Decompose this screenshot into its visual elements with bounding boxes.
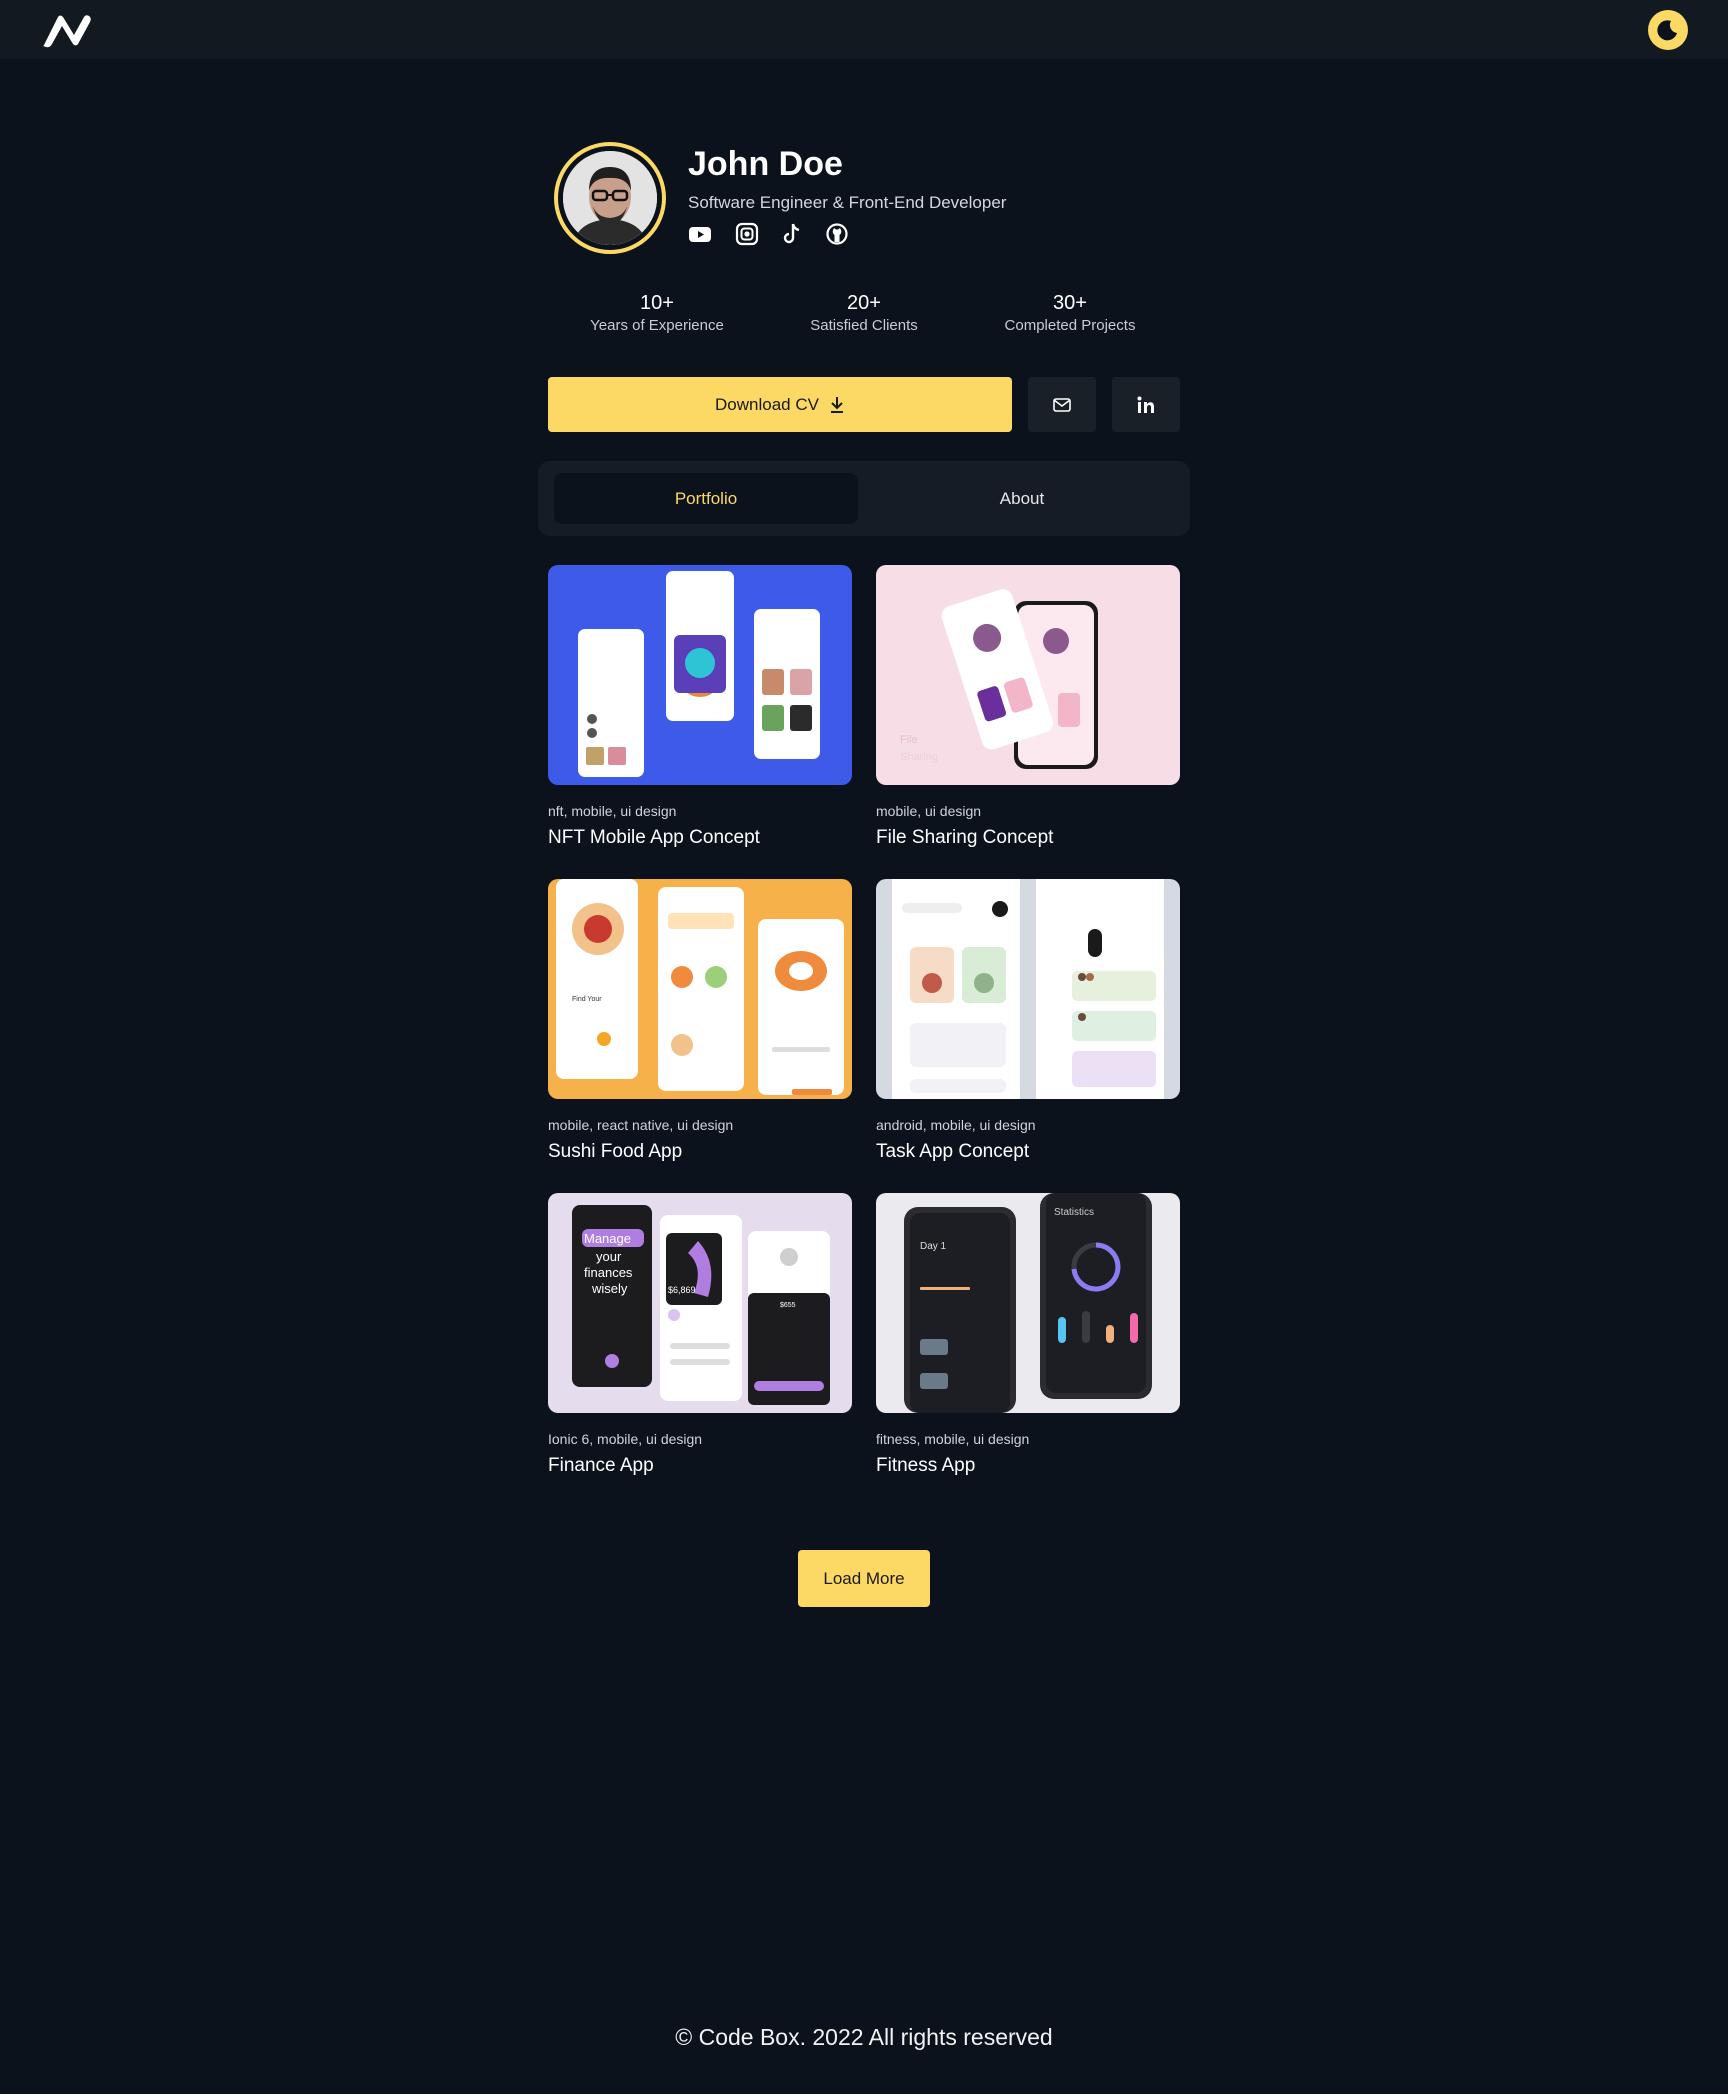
- project-title[interactable]: Sushi Food App: [548, 1141, 682, 1163]
- top-bar: [0, 0, 1728, 59]
- load-more-button[interactable]: Load More: [798, 1550, 930, 1607]
- project-thumbnail[interactable]: Manage your finances wisely $6,869 $655: [548, 1193, 852, 1413]
- footer-copyright: © Code Box. 2022 All rights reserved: [675, 2024, 1053, 2050]
- tab-portfolio[interactable]: Portfolio: [554, 473, 858, 524]
- project-card[interactable]: File Sharing mobile, ui design File Shar…: [876, 565, 1180, 855]
- download-cv-button[interactable]: Download CV: [548, 377, 1012, 432]
- project-tags: nft, mobile, ui design: [548, 803, 677, 819]
- avatar-portrait: [563, 151, 657, 245]
- logo-icon[interactable]: [40, 11, 100, 49]
- download-cv-label: Download CV: [715, 394, 819, 414]
- email-button[interactable]: [1028, 377, 1096, 432]
- project-card[interactable]: Day 1 Statistics fitness, mobile, ui des…: [876, 1193, 1180, 1483]
- svg-text:your: your: [596, 1249, 622, 1264]
- project-title[interactable]: NFT Mobile App Concept: [548, 827, 760, 849]
- project-title[interactable]: Fitness App: [876, 1455, 975, 1477]
- moon-icon: [1657, 20, 1677, 41]
- youtube-icon[interactable]: [688, 222, 712, 246]
- svg-text:Sharing: Sharing: [900, 751, 938, 763]
- avatar: [554, 142, 666, 254]
- project-title[interactable]: Finance App: [548, 1455, 654, 1477]
- project-title[interactable]: File Sharing Concept: [876, 827, 1053, 849]
- svg-text:File: File: [900, 734, 918, 746]
- project-card[interactable]: android, mobile, ui design Task App Conc…: [876, 879, 1180, 1169]
- mail-icon: [1053, 397, 1071, 412]
- svg-text:Manage: Manage: [584, 1231, 631, 1246]
- svg-text:finances: finances: [584, 1265, 633, 1280]
- svg-text:$6,869: $6,869: [668, 1285, 696, 1295]
- svg-text:Day 1: Day 1: [920, 1241, 947, 1252]
- project-thumbnail[interactable]: [548, 565, 852, 785]
- project-card[interactable]: nft, mobile, ui design NFT Mobile App Co…: [548, 565, 852, 855]
- stats-row: 10+ Years of Experience 20+ Satisfied Cl…: [548, 290, 1168, 340]
- instagram-icon[interactable]: [735, 222, 759, 246]
- svg-text:Statistics: Statistics: [1054, 1207, 1094, 1218]
- svg-text:wisely: wisely: [591, 1281, 628, 1296]
- linkedin-button[interactable]: [1112, 377, 1180, 432]
- stat-projects: 30+ Completed Projects: [1004, 292, 1136, 334]
- project-title[interactable]: Task App Concept: [876, 1141, 1029, 1163]
- section-tabs: Portfolio About: [538, 461, 1190, 536]
- stat-clients: 20+ Satisfied Clients: [810, 292, 918, 334]
- project-card[interactable]: Manage your finances wisely $6,869 $655 …: [548, 1193, 852, 1483]
- project-thumbnail[interactable]: [876, 879, 1180, 1099]
- project-thumbnail[interactable]: Find Your: [548, 879, 852, 1099]
- project-tags: fitness, mobile, ui design: [876, 1431, 1030, 1447]
- project-thumbnail[interactable]: File Sharing: [876, 565, 1180, 785]
- github-icon[interactable]: [825, 222, 849, 246]
- download-icon: [830, 396, 843, 413]
- theme-toggle-button[interactable]: [1648, 10, 1688, 50]
- project-tags: mobile, ui design: [876, 803, 982, 819]
- svg-text:Find Your: Find Your: [572, 996, 602, 1003]
- stat-experience: 10+ Years of Experience: [590, 292, 724, 334]
- profile-header: John Doe Software Engineer & Front-End D…: [554, 142, 1354, 254]
- project-tags: Ionic 6, mobile, ui design: [548, 1431, 703, 1447]
- svg-text:$655: $655: [780, 1302, 796, 1309]
- project-thumbnail[interactable]: Day 1 Statistics: [876, 1193, 1180, 1413]
- profile-role: Software Engineer & Front-End Developer: [688, 193, 1007, 212]
- project-tags: android, mobile, ui design: [876, 1117, 1036, 1133]
- project-card[interactable]: Find Your mobile, react native, ui desig…: [548, 879, 852, 1169]
- project-tags: mobile, react native, ui design: [548, 1117, 734, 1133]
- tab-about[interactable]: About: [870, 473, 1174, 524]
- linkedin-icon: [1137, 396, 1154, 413]
- tiktok-icon[interactable]: [780, 222, 804, 246]
- profile-name: John Doe: [688, 145, 843, 183]
